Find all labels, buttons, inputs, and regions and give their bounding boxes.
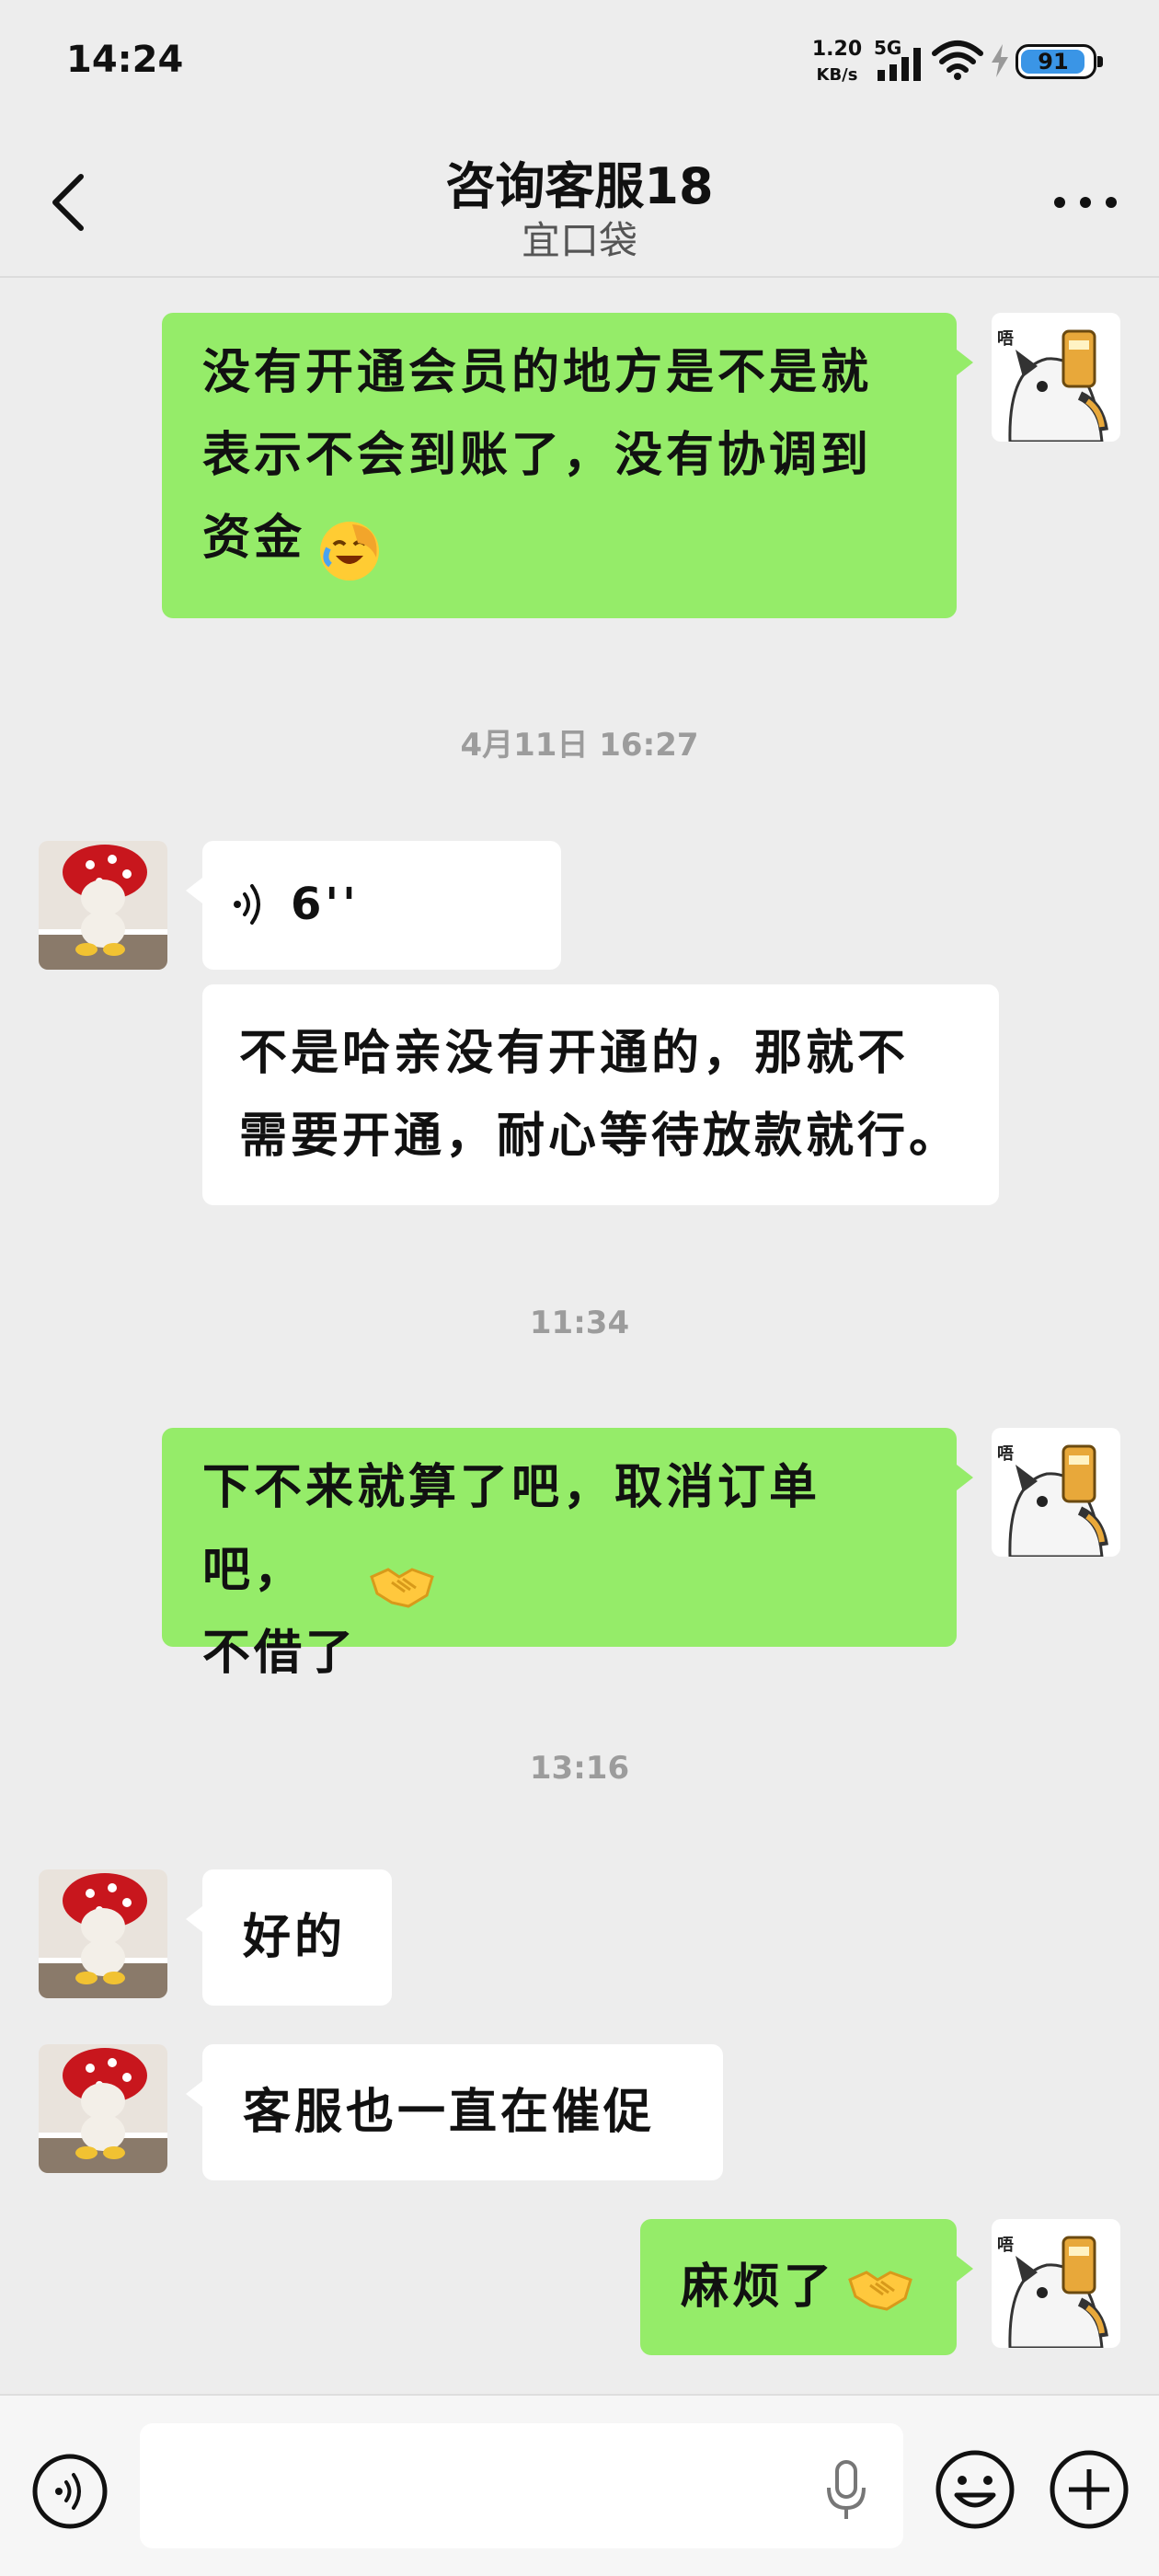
message-text: 客服也一直在催促 bbox=[243, 2085, 656, 2140]
message-timestamp: 13:16 bbox=[529, 1750, 630, 1787]
handshake-emoji bbox=[848, 2271, 912, 2311]
add-more-icon[interactable] bbox=[1049, 2449, 1130, 2530]
incoming-message-bubble[interactable]: 不是哈亲没有开通的，那就不 需要开通，耐心等待放款就行。 bbox=[202, 984, 999, 1205]
message-timestamp: 4月11日 16:27 bbox=[460, 727, 699, 764]
network-speed: 1.20 KB/s bbox=[811, 37, 863, 88]
cat-avatar-icon: 唔 bbox=[992, 313, 1120, 442]
svg-text:唔: 唔 bbox=[997, 2236, 1014, 2255]
agent-avatar[interactable] bbox=[39, 2044, 167, 2173]
bubble-tail bbox=[186, 2081, 202, 2107]
message-text: 好的 bbox=[243, 1910, 347, 1965]
message-text: 不是哈亲没有开通的，那就不 需要开通，耐心等待放款就行。 bbox=[239, 1026, 961, 1164]
incoming-message-bubble[interactable]: 客服也一直在催促 bbox=[186, 2044, 723, 2180]
status-bar: 14:24 1.20 KB/s 5G 91 bbox=[0, 0, 1159, 129]
battery-nub bbox=[1097, 56, 1103, 67]
agent-avatar[interactable] bbox=[39, 1869, 167, 1998]
emoji-icon[interactable] bbox=[935, 2449, 1016, 2530]
message-timestamp: 11:34 bbox=[529, 1305, 630, 1341]
svg-text:唔: 唔 bbox=[997, 329, 1014, 349]
incoming-voice-message[interactable]: 6'' bbox=[186, 841, 561, 970]
battery-level: 91 bbox=[1038, 49, 1069, 75]
doll-avatar-icon bbox=[39, 841, 167, 970]
bubble-tail bbox=[957, 350, 973, 375]
svg-text:唔: 唔 bbox=[997, 1444, 1014, 1464]
bubble-tail bbox=[186, 878, 202, 903]
my-avatar[interactable]: 唔 bbox=[992, 2219, 1120, 2348]
agent-avatar[interactable] bbox=[39, 841, 167, 970]
outgoing-message-bubble[interactable]: 麻烦了 bbox=[640, 2219, 973, 2355]
chat-header: 咨询客服18 宜口袋 bbox=[0, 129, 1159, 278]
outgoing-message-bubble[interactable]: 下不来就算了吧，取消订单吧， 不借了 bbox=[162, 1428, 973, 1681]
status-time: 14:24 bbox=[66, 39, 184, 81]
charging-bolt-icon bbox=[992, 44, 1008, 77]
cat-avatar-icon: 唔 bbox=[992, 1428, 1120, 1557]
face-palm-laugh-emoji bbox=[320, 522, 379, 581]
more-options-icon[interactable] bbox=[1049, 184, 1122, 221]
network-speed-value: 1.20 bbox=[811, 38, 863, 61]
voice-message-icon bbox=[234, 884, 260, 925]
outgoing-message-bubble[interactable]: 没有开通会员的地方是不是就 表示不会到账了，没有协调到 资金 bbox=[162, 313, 973, 618]
my-avatar[interactable]: 唔 bbox=[992, 1428, 1120, 1557]
chat-title: 咨询客服18 bbox=[445, 157, 714, 215]
chat-subtitle: 宜口袋 bbox=[521, 218, 637, 263]
message-input[interactable] bbox=[140, 2423, 903, 2548]
doll-avatar-icon bbox=[39, 2044, 167, 2173]
signal-bars-icon bbox=[878, 48, 921, 81]
battery-indicator: 91 bbox=[1016, 44, 1103, 79]
my-avatar[interactable]: 唔 bbox=[992, 313, 1120, 442]
bubble-tail bbox=[186, 1906, 202, 1932]
voice-input-toggle-icon[interactable] bbox=[31, 2453, 109, 2530]
bubble-tail bbox=[957, 2256, 973, 2282]
input-bar bbox=[0, 2394, 1159, 2576]
signal-indicator: 5G bbox=[874, 37, 925, 83]
network-speed-unit: KB/s bbox=[816, 65, 858, 85]
cat-avatar-icon: 唔 bbox=[992, 2219, 1120, 2348]
chat-screen: 14:24 1.20 KB/s 5G 91 咨询客服18 宜口袋 没有开通会员的… bbox=[0, 0, 1159, 2576]
message-text: 没有开通会员的地方是不是就 表示不会到账了，没有协调到 资金 bbox=[202, 345, 873, 566]
message-text: 下不来就算了吧，取消订单吧， 不借了 bbox=[202, 1460, 821, 1681]
handshake-emoji bbox=[370, 1568, 434, 1608]
wifi-icon bbox=[932, 40, 983, 80]
doll-avatar-icon bbox=[39, 1869, 167, 1998]
microphone-icon[interactable] bbox=[823, 2458, 869, 2523]
bubble-tail bbox=[957, 1465, 973, 1490]
incoming-message-bubble[interactable]: 好的 bbox=[186, 1869, 392, 2006]
voice-duration: 6'' bbox=[291, 879, 360, 930]
